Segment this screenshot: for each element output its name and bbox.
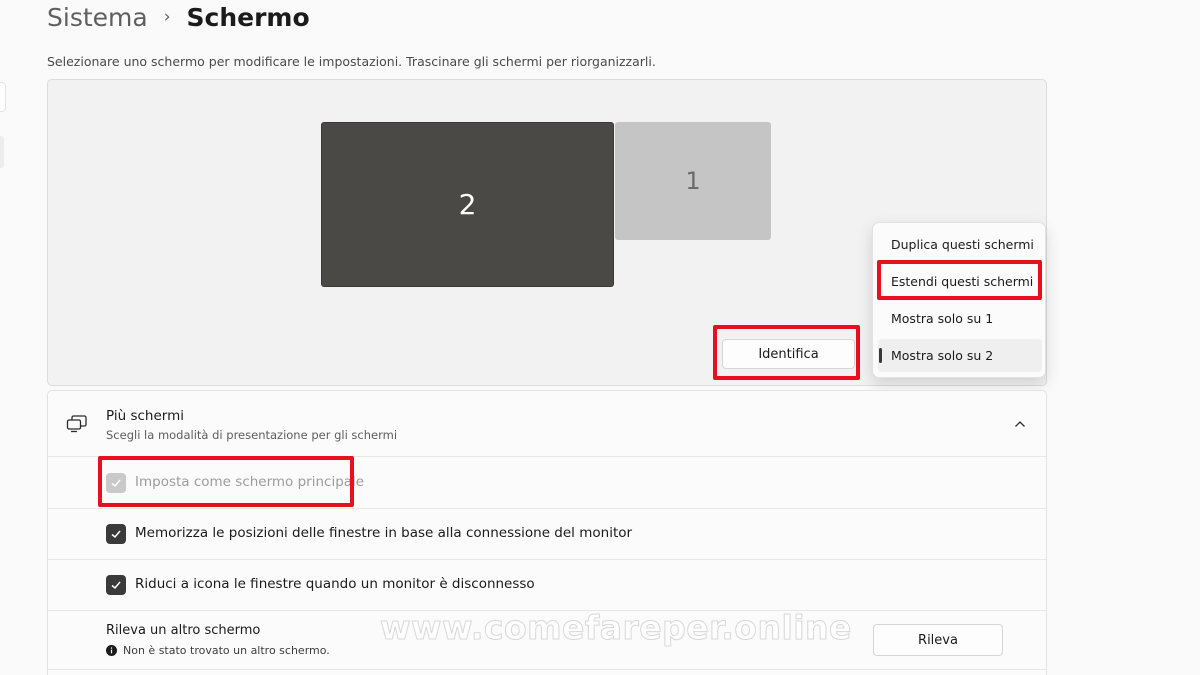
extend-annotation-box	[877, 260, 1042, 300]
detect-title: Rileva un altro schermo	[106, 623, 261, 638]
chevron-up-icon[interactable]	[1012, 416, 1028, 432]
selected-indicator	[879, 348, 882, 363]
primary-display-annotation-box	[98, 456, 354, 507]
page-title: Schermo	[186, 2, 310, 32]
checkmark-icon	[111, 581, 121, 590]
menu-item-only-2[interactable]: Mostra solo su 2	[878, 339, 1042, 372]
detect-button[interactable]: Rileva	[873, 624, 1003, 656]
multiple-displays-icon	[66, 415, 87, 433]
display-1-label: 1	[685, 167, 701, 195]
section-subtitle: Scegli la modalità di presentazione per …	[106, 428, 398, 442]
minimize-windows-label[interactable]: Riduci a icona le finestre quando un mon…	[135, 576, 535, 592]
detect-status-text: Non è stato trovato un altro schermo.	[123, 644, 330, 657]
nav-item-edge[interactable]	[0, 136, 4, 168]
breadcrumb-sistema[interactable]: Sistema	[47, 3, 148, 32]
minimize-windows-checkbox[interactable]	[106, 575, 126, 595]
remember-positions-label[interactable]: Memorizza le posizioni delle finestre in…	[135, 525, 632, 541]
info-icon	[106, 645, 117, 656]
multiple-displays-header[interactable]: Più schermi Scegli la modalità di presen…	[48, 391, 1046, 457]
arrangement-instruction: Selezionare uno schermo per modificare l…	[47, 54, 656, 69]
remember-positions-checkbox[interactable]	[106, 524, 126, 544]
menu-item-only-2-label: Mostra solo su 2	[891, 348, 994, 363]
display-2-tile[interactable]: 2	[321, 122, 614, 287]
checkmark-icon	[111, 530, 121, 539]
watermark: www.comefareper.online	[380, 608, 852, 648]
option-row-minimize: Riduci a icona le finestre quando un mon…	[48, 560, 1046, 611]
projection-mode-menu: Duplica questi schermi Estendi questi sc…	[872, 222, 1046, 378]
display-2-label: 2	[458, 188, 477, 221]
menu-item-duplicate[interactable]: Duplica questi schermi	[878, 228, 1042, 261]
breadcrumb: Sistema › Schermo	[47, 0, 310, 34]
option-row-remember: Memorizza le posizioni delle finestre in…	[48, 509, 1046, 560]
display-1-tile[interactable]: 1	[615, 122, 771, 240]
detect-status: Non è stato trovato un altro schermo.	[106, 644, 330, 657]
breadcrumb-separator-icon: ›	[163, 7, 171, 27]
settings-page: Sistema › Schermo Selezionare uno scherm…	[0, 0, 1200, 675]
identify-button[interactable]: Identifica	[722, 339, 855, 369]
menu-item-only-1[interactable]: Mostra solo su 1	[878, 302, 1042, 335]
nav-pane-edge[interactable]	[0, 82, 6, 112]
section-title: Più schermi	[106, 408, 184, 424]
